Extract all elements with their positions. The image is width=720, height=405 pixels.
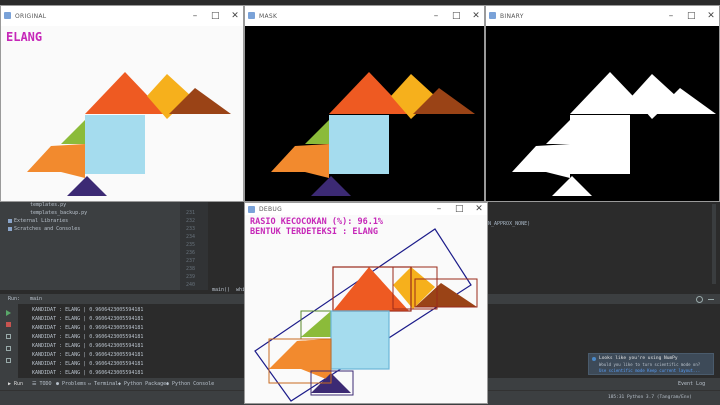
blue-square [85,115,145,174]
tree-item[interactable]: External Libraries [14,218,68,224]
console-line: KANDIDAT : ELANG | 0.9606423005594181 [32,334,144,340]
console-line: KANDIDAT : ELANG | 0.9606423005594181 [32,325,144,331]
notification-actions[interactable]: Use scientific mode Keep current layout.… [599,368,700,373]
console-line: KANDIDAT : ELANG | 0.9606423005594181 [32,370,144,376]
console-line: KANDIDAT : ELANG | 0.9606423005594181 [32,361,144,367]
window-title: BINARY [500,12,524,20]
console-output: KANDIDAT : ELANG | 0.9606423005594181 KA… [18,304,246,378]
maximize-button[interactable]: □ [452,6,461,26]
window-title: DEBUG [259,205,283,213]
scroll-icon[interactable] [6,334,11,339]
minimize-button[interactable]: – [191,6,199,26]
tangram-original [27,72,231,196]
editor-scrollbar[interactable] [712,204,716,284]
breadcrumb: main() while [208,286,251,294]
original-window: ORIGINAL – □ ✕ ELANG [0,5,244,202]
mask-titlebar: MASK – □ ✕ [245,6,484,26]
tab-python-packages[interactable]: ◆ Python Packages [118,381,169,387]
line-number: 233 [186,226,196,232]
tab-todo[interactable]: ☰ TODO [32,381,52,387]
console-line: KANDIDAT : ELANG | 0.9606423005594181 [32,352,144,358]
rerun-icon[interactable] [6,310,11,316]
info-icon [592,357,596,361]
line-number: 231 [186,210,196,216]
original-image: ELANG [1,26,243,201]
line-number: 235 [186,242,196,248]
console-line: KANDIDAT : ELANG | 0.9606423005594181 [32,316,144,322]
close-button[interactable]: ✕ [231,6,239,26]
tab-run[interactable]: ▶ Run [8,381,23,387]
tree-item[interactable]: Scratches and Consoles [14,226,80,232]
trash-icon[interactable] [6,358,11,363]
tab-python-console[interactable]: ◆ Python Console [166,381,214,387]
line-number: 239 [186,274,196,280]
gear-icon[interactable] [696,296,703,303]
minimize-button[interactable]: – [432,6,440,26]
folder-icon [8,227,12,231]
maximize-button[interactable]: □ [211,6,220,26]
purple-triangle [67,176,107,196]
line-number: 238 [186,266,196,272]
window-title: MASK [259,12,278,20]
tangram-binary [512,72,716,196]
maximize-button[interactable]: □ [455,203,464,215]
close-button[interactable]: ✕ [707,6,715,26]
tangram-mask [271,72,475,196]
binary-titlebar: BINARY – □ ✕ [486,6,719,26]
tab-problems[interactable]: ● Problems [56,381,86,387]
event-log[interactable]: Event Log [678,381,705,387]
debug-window: DEBUG – □ ✕ RASIO KECOCOKAN (%): 96.1% BEN… [244,202,488,404]
run-tab[interactable]: main [30,296,42,302]
close-button[interactable]: ✕ [472,6,480,26]
console-line: KANDIDAT : ELANG | 0.9606423005594181 [32,343,144,349]
stop-icon[interactable] [6,322,11,327]
line-number: 232 [186,218,196,224]
project-tree: templates.py templates_backup.py Externa… [0,200,180,290]
tangram-debug [254,228,478,402]
folder-icon [8,219,12,223]
window-icon [4,12,11,19]
breadcrumb-item[interactable]: main() [212,287,230,293]
status-info[interactable]: 185:31 Python 3.7 (Tangram/Env) [608,395,692,400]
line-number: 236 [186,250,196,256]
green-triangle [61,120,85,144]
line-number: 240 [186,282,196,288]
window-icon [489,12,496,19]
run-label: Run: [8,296,21,302]
line-number: 237 [186,258,196,264]
notification-body: Would you like to turn scientific mode o… [599,362,701,367]
mask-window: MASK – □ ✕ [244,5,485,202]
window-icon [248,12,255,19]
editor-gutter: 231 232 233 234 235 236 237 238 239 240 [180,200,208,290]
console-line: KANDIDAT : ELANG | 0.9606423005594181 [32,307,144,313]
binary-window: BINARY – □ ✕ [485,5,720,202]
tree-item[interactable]: templates_backup.py [30,210,87,216]
close-button[interactable]: ✕ [475,203,483,215]
notification-balloon: Looks like you're using NumPy Would you … [588,353,714,375]
minimize-button[interactable]: – [435,203,443,215]
editor-code: N_APPROX_NONE) [488,221,531,227]
window-title: ORIGINAL [15,12,47,20]
original-titlebar: ORIGINAL – □ ✕ [1,6,243,26]
line-number: 234 [186,234,196,240]
print-icon[interactable] [6,346,11,351]
side-tool-strip [0,300,6,378]
maximize-button[interactable]: □ [687,6,696,26]
minimize-button[interactable]: – [667,6,675,26]
window-icon [248,206,255,213]
debug-titlebar: DEBUG – □ ✕ [245,203,487,215]
minimize-icon[interactable] [708,299,714,300]
tab-terminal[interactable]: ▭ Terminal [88,381,118,387]
notification-title: Looks like you're using NumPy [599,356,678,361]
tree-item[interactable]: templates.py [30,202,66,208]
